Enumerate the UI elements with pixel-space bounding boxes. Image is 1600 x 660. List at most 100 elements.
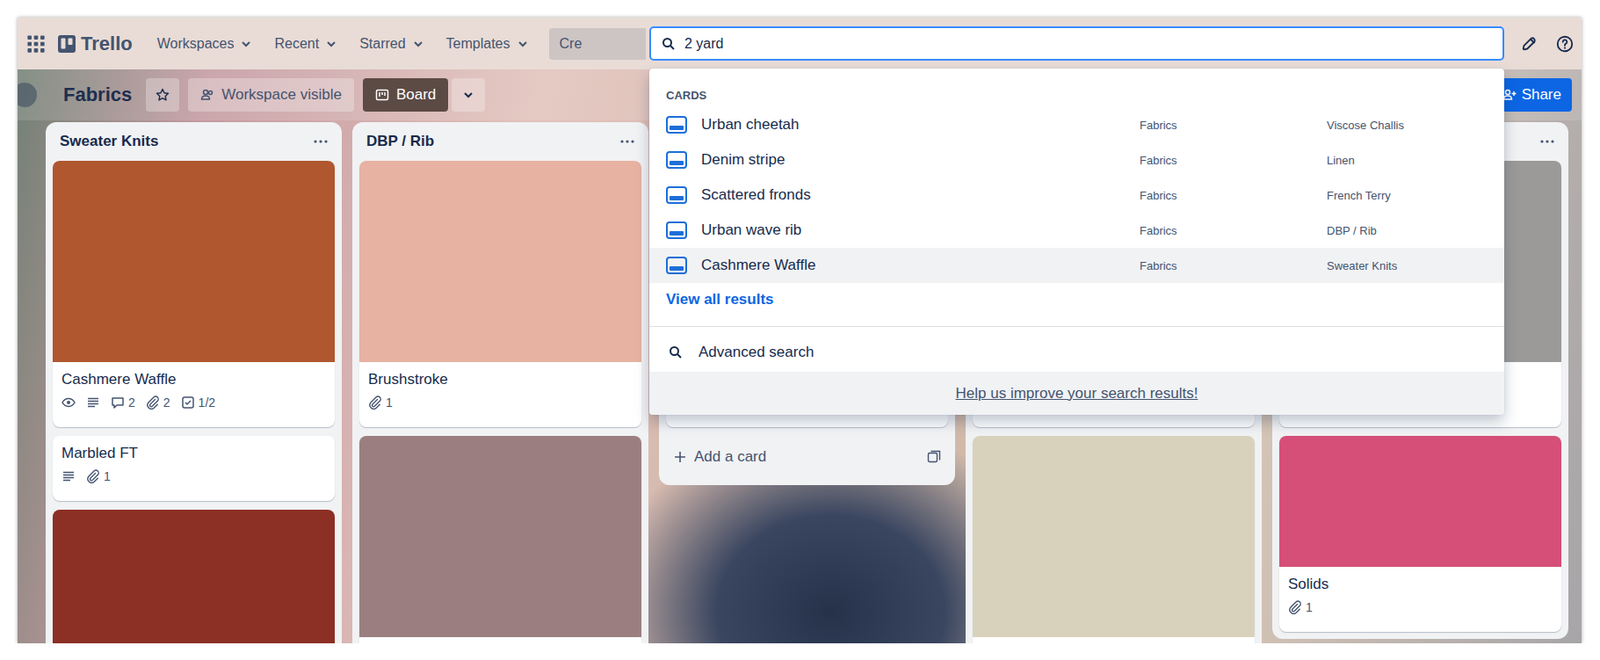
list-title[interactable]: DBP / Rib (366, 132, 435, 151)
badge-count: 2 (128, 395, 136, 410)
card-body: Marbled FT 1 (52, 435, 335, 501)
nav-menu[interactable]: Recent (265, 30, 348, 58)
card[interactable]: Solids 1 (1279, 435, 1562, 632)
nav-menu[interactable]: Starred (350, 30, 434, 58)
list-title[interactable]: Sweater Knits (59, 132, 159, 151)
nav-menu[interactable]: Workspaces (148, 30, 263, 58)
star-button[interactable] (145, 78, 180, 112)
card-icon (666, 115, 688, 134)
top-nav: Trello Workspaces Recent Starred Templat… (17, 17, 1582, 70)
result-title: Denim stripe (701, 151, 1130, 169)
badge (61, 395, 76, 410)
result-row[interactable]: Cashmere Waffle Fabrics Sweater Knits (649, 247, 1505, 283)
card-cover (52, 509, 335, 644)
card-list: Brushstroke 1 (359, 160, 642, 644)
board-title[interactable]: Fabrics (57, 83, 138, 107)
card-badges: 1 (61, 469, 326, 484)
card-cover (52, 160, 335, 362)
template-icon[interactable] (926, 449, 942, 464)
card-badges: 1 (1288, 600, 1553, 615)
card[interactable]: Cashmere Waffle 2 2 1/2 (52, 160, 335, 428)
card-cover (972, 435, 1255, 638)
result-board: Fabrics (1139, 118, 1317, 132)
card-title: Marbled FT (61, 444, 326, 463)
result-board: Fabrics (1139, 259, 1317, 273)
view-all-link[interactable]: View all results (649, 282, 1505, 318)
card-cover (1279, 435, 1562, 567)
list-header[interactable]: Sweater Knits (52, 122, 335, 161)
result-list: French Terry (1326, 188, 1488, 203)
badge-count: 1 (1305, 600, 1313, 615)
feedback-bar: Help us improve your search results! (649, 371, 1505, 415)
advanced-search[interactable]: Advanced search (649, 333, 1505, 372)
card[interactable]: Marbled FT 1 (52, 435, 335, 501)
badge: 1 (368, 395, 393, 410)
workspace-avatar-icon[interactable] (17, 82, 37, 108)
eye-icon (61, 395, 76, 410)
card-title: Solids (1288, 575, 1553, 594)
nav-menu[interactable]: Templates (437, 30, 539, 58)
card-icon (666, 186, 688, 204)
more-icon[interactable] (1538, 132, 1557, 151)
card-title: Cashmere Waffle (61, 370, 326, 389)
trello-logo[interactable]: Trello (54, 32, 145, 56)
app-switcher-icon[interactable] (26, 34, 46, 54)
help-icon[interactable] (1555, 34, 1575, 54)
chevron-down-icon (238, 36, 254, 51)
chevron-down-icon (324, 36, 339, 51)
card[interactable] (972, 435, 1255, 644)
visibility-button[interactable]: Workspace visible (188, 78, 355, 112)
paperclip-icon (368, 395, 383, 410)
badge-count: 1 (385, 395, 393, 410)
board-view-button[interactable]: Board (362, 78, 449, 112)
trello-window: Trello Workspaces Recent Starred Templat… (17, 17, 1582, 644)
card-icon (666, 256, 688, 275)
result-row[interactable]: Urban wave rib Fabrics DBP / Rib (649, 212, 1505, 248)
more-icon[interactable] (618, 132, 637, 151)
divider (649, 325, 1505, 327)
people-icon (200, 87, 215, 102)
result-board: Fabrics (1139, 188, 1317, 203)
create-button[interactable]: Cre (549, 28, 646, 60)
badge: 2 (110, 395, 136, 410)
result-row[interactable]: Denim stripe Fabrics Linen (649, 142, 1505, 178)
paperclip-icon (1288, 600, 1303, 615)
view-switch-button[interactable] (451, 78, 486, 112)
badge: 2 (145, 395, 171, 410)
result-list: DBP / Rib (1326, 224, 1488, 238)
star-icon (155, 87, 170, 102)
comment-icon (110, 395, 125, 410)
more-icon[interactable] (311, 132, 330, 151)
feedback-link[interactable]: Help us improve your search results! (955, 384, 1199, 403)
card[interactable]: Brushstroke 1 (359, 160, 642, 428)
card-badges: 2 2 1/2 (61, 395, 326, 410)
badge (86, 395, 101, 410)
add-card-button[interactable]: Add a card (666, 435, 949, 478)
list-header[interactable]: DBP / Rib (359, 122, 642, 161)
badge: 1/2 (180, 395, 216, 410)
result-row[interactable]: Scattered fronds Fabrics French Terry (649, 177, 1505, 213)
add-person-icon (1502, 87, 1517, 102)
plus-icon (673, 449, 688, 464)
card-cover (359, 160, 642, 362)
search-results: CARDS Urban cheetah Fabrics Viscose Chal… (649, 68, 1505, 415)
board-icon (375, 87, 390, 102)
card[interactable] (52, 509, 335, 644)
search-field[interactable]: 2 yard (649, 26, 1505, 61)
card[interactable] (359, 435, 642, 644)
list: DBP / Rib Brushstroke 1 (352, 122, 649, 644)
description-icon (61, 469, 76, 484)
card-body: Solids 1 (1279, 566, 1562, 632)
badge-count: 2 (163, 395, 171, 410)
card-cover (359, 435, 642, 638)
badge-count: 1 (103, 469, 111, 484)
search: 2 yard CARDS Urban cheetah Fabrics Visco… (649, 26, 1505, 61)
result-title: Scattered fronds (701, 186, 1130, 204)
card-list: Cashmere Waffle 2 2 1/2 Marbled FT 1 (52, 160, 335, 644)
card-icon (666, 151, 688, 169)
result-board: Fabrics (1139, 153, 1317, 167)
results-section-title: CARDS (649, 68, 1505, 108)
result-list: Viscose Challis (1326, 118, 1488, 132)
notifications-icon[interactable] (1520, 34, 1540, 54)
result-row[interactable]: Urban cheetah Fabrics Viscose Challis (649, 107, 1505, 143)
